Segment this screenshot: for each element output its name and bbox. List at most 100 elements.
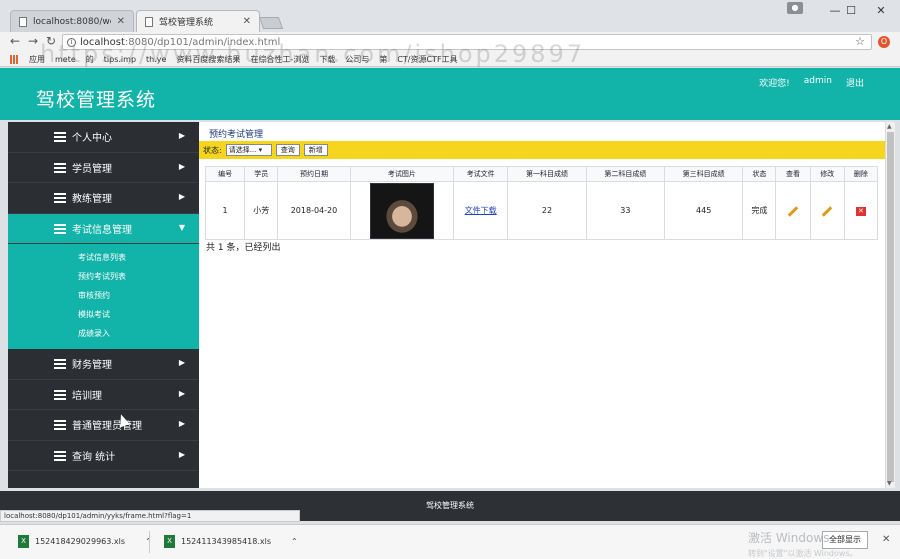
close-icon[interactable]: ✕ (882, 534, 890, 545)
profile-icon[interactable]: ● (787, 2, 803, 14)
forward-icon[interactable]: → (28, 34, 38, 48)
sidebar-item-label: 培训理 (72, 390, 102, 402)
column-header: 查看 (775, 166, 811, 182)
sidebar-item-students[interactable]: 学员管理 ▶ (8, 153, 199, 183)
browser-tab-1[interactable]: localhost:8080/webtoo ✕ (10, 10, 134, 32)
windows-activation-subtext: 转到"设置"以激活 Windows。 (748, 549, 858, 558)
chevron-right-icon: ▶ (178, 131, 185, 140)
chevron-right-icon: ▶ (178, 388, 185, 398)
menu-icon (54, 420, 66, 430)
bookmark-item[interactable]: CT/资源CTF工具 (397, 54, 457, 65)
close-tab-icon[interactable]: ✕ (117, 16, 125, 27)
sidebar-item-label: 普通管理员管理 (72, 421, 142, 433)
submenu-item[interactable]: 成绩录入 (8, 324, 199, 343)
menu-icon (54, 223, 66, 234)
bookmark-item[interactable]: mete (55, 55, 76, 64)
submenu-item[interactable]: 考试信息列表 (8, 248, 199, 267)
column-header: 预约日期 (277, 166, 351, 182)
exam-submenu: 考试信息列表 预约考试列表 审核预约 模拟考试 成绩录入 (8, 244, 199, 349)
column-header: 考试图片 (349, 166, 455, 182)
view-pencil-icon[interactable] (787, 206, 799, 217)
cell-edit (809, 181, 845, 240)
content-scrollbar[interactable]: ▲ ▼ (885, 122, 895, 488)
download-item[interactable]: X 152418429029963.xls ⌃ (18, 535, 152, 548)
sidebar-item-admins[interactable]: 普通管理员管理 ▶ (8, 410, 199, 441)
bookmark-item[interactable]: 第 (379, 54, 387, 65)
search-button[interactable]: 查询 (275, 144, 300, 156)
bookmark-item[interactable]: 的 (86, 54, 94, 65)
bookmark-item[interactable]: 在综合性工-浏览 (250, 54, 309, 65)
page-icon (145, 16, 153, 27)
bookmark-item[interactable]: 下载 (319, 54, 335, 65)
edit-pencil-icon[interactable] (821, 206, 833, 217)
bookmark-item[interactable]: th.ye (146, 55, 166, 64)
app-header: 驾校管理系统 欢迎您! admin 退出 (0, 68, 900, 120)
tab-title: localhost:8080/webtoo (33, 16, 111, 27)
status-url: localhost:8080/dp101/admin/yyks/frame.ht… (0, 510, 300, 522)
record-count: 共 1 条，已经列出 (206, 243, 281, 253)
reservation-table: 编号 学员 预约日期 考试图片 考试文件 第一科目成绩 第二科目成绩 第三科目成… (204, 166, 879, 240)
window-close-icon[interactable]: ✕ (864, 0, 898, 20)
bookmark-item[interactable]: 资料百度搜索结果 (176, 54, 240, 65)
sidebar-item-coaches[interactable]: 教练管理 ▶ (8, 183, 199, 214)
sidebar-item-exams[interactable]: 考试信息管理 ▼ (8, 213, 199, 244)
tab-title: 驾校管理系统 (159, 18, 214, 28)
add-button[interactable]: 新增 (303, 144, 328, 156)
apps-icon[interactable] (10, 54, 19, 64)
bookmark-item[interactable]: 公司与 (345, 54, 369, 65)
cell-status: 完成 (742, 181, 777, 240)
extension-icon[interactable]: O (878, 36, 890, 48)
maximize-icon[interactable]: ☐ (834, 0, 868, 20)
content-frame: 预约考试管理 状态: 请选择... ▾ 查询 新增 编号 学员 预约日期 考试图… (199, 122, 885, 488)
column-header: 编号 (204, 166, 246, 182)
sidebar-item-finance[interactable]: 财务管理 ▶ (8, 349, 199, 380)
sidebar-item-personal[interactable]: 个人中心 ▶ (8, 122, 199, 153)
bookmark-star-icon[interactable]: ☆ (855, 35, 865, 48)
cell-delete: ✕ (843, 181, 879, 240)
scroll-thumb[interactable] (887, 132, 894, 482)
info-icon[interactable]: i (67, 37, 76, 47)
sidebar-item-stats[interactable]: 查询 统计 ▶ (8, 441, 199, 471)
sidebar-item-label: 学员管理 (72, 163, 112, 175)
bookmark-item[interactable]: tips.imp (104, 55, 136, 64)
reload-icon[interactable]: ↻ (46, 34, 56, 48)
column-header: 考试文件 (453, 166, 509, 182)
chevron-right-icon: ▶ (178, 161, 185, 171)
chevron-right-icon: ▶ (178, 192, 185, 201)
column-header: 修改 (809, 166, 845, 182)
sidebar: 个人中心 ▶ 学员管理 ▶ 教练管理 ▶ 考试信息管理 ▼ 考试信息列表 预约考… (8, 122, 199, 488)
sidebar-item-label: 查询 统计 (72, 451, 116, 463)
delete-icon[interactable]: ✕ (855, 206, 866, 216)
divider (149, 531, 150, 553)
scroll-up-icon[interactable]: ▲ (887, 123, 892, 130)
new-tab-button[interactable] (258, 17, 284, 29)
bookmark-item[interactable]: 应用 (29, 54, 45, 65)
username-link[interactable]: admin (804, 76, 832, 89)
column-header: 学员 (244, 166, 279, 182)
scroll-down-icon[interactable]: ▼ (887, 480, 892, 487)
file-download-link[interactable]: 文件下载 (465, 206, 497, 215)
menu-icon (54, 389, 66, 400)
back-icon[interactable]: ← (10, 34, 20, 48)
table-header-row: 编号 学员 预约日期 考试图片 考试文件 第一科目成绩 第二科目成绩 第三科目成… (204, 166, 879, 182)
cell-score3: 445 (663, 181, 744, 240)
chevron-right-icon: ▶ (178, 449, 185, 459)
user-links: 欢迎您! admin 退出 (759, 76, 864, 89)
close-tab-icon[interactable]: ✕ (243, 16, 251, 27)
url-text: localhost:8080/dp101/admin/index.html (80, 36, 281, 48)
submenu-item[interactable]: 预约考试列表 (8, 267, 199, 286)
page-icon (19, 16, 27, 27)
submenu-item[interactable]: 模拟考试 (8, 305, 199, 324)
chevron-down-icon: ▼ (178, 222, 185, 232)
browser-tab-2[interactable]: 驾校管理系统 ✕ (136, 10, 260, 32)
download-item[interactable]: X 152411343985418.xls ⌃ (164, 535, 298, 548)
status-select[interactable]: 请选择... ▾ (225, 144, 272, 156)
address-bar[interactable]: i localhost:8080/dp101/admin/index.html … (62, 34, 872, 50)
submenu-item[interactable]: 审核预约 (8, 286, 199, 305)
logout-link[interactable]: 退出 (846, 76, 864, 89)
chevron-up-icon[interactable]: ⌃ (291, 537, 298, 546)
sidebar-item-training[interactable]: 培训理 ▶ (8, 380, 199, 410)
cell-photo (349, 181, 455, 240)
excel-file-icon: X (164, 535, 175, 548)
sidebar-item-label: 个人中心 (72, 133, 112, 145)
